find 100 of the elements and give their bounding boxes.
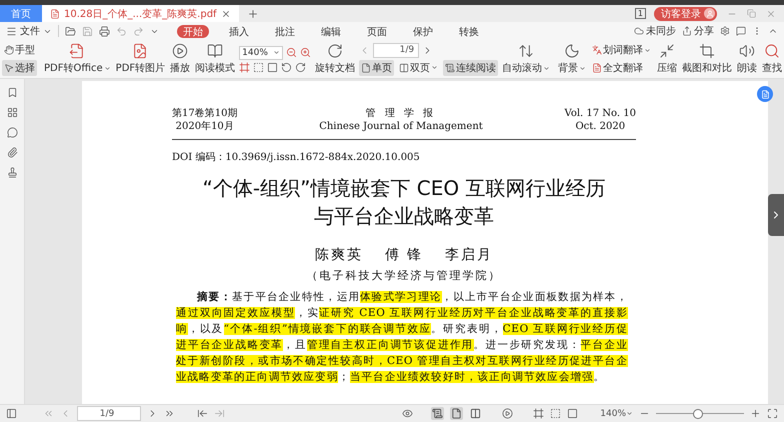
thumbnails-icon[interactable] [6,107,18,118]
ribbon-tab[interactable]: 批注 [269,24,301,38]
menu-icon [6,26,17,36]
crop-icon [699,43,716,59]
ribbon-button[interactable]: PDF转图片 [114,43,166,75]
cursor-tool[interactable]: 选择 [2,60,37,76]
page-layout-button[interactable]: 单页 [359,60,394,76]
zoom-select[interactable]: 140% [600,408,633,418]
sync-status[interactable]: 未同步 [634,24,676,38]
zoom-in-icon[interactable] [300,47,312,58]
journal-issue: 2020年10月 [176,120,234,133]
cursor-tool[interactable]: 手型 [2,42,37,58]
translate-button[interactable]: 全文翻译 [590,60,654,76]
window-count-badge[interactable]: 1 [634,8,646,19]
play-icon[interactable] [502,408,514,419]
view-mode-button[interactable] [450,407,464,420]
translate-button[interactable]: 划词翻译 [590,42,654,58]
book-icon [207,43,224,59]
settings-icon[interactable] [720,26,730,36]
auto-scroll-button[interactable]: 自动滚动 [501,43,552,75]
article-title: 与平台企业战略变革 [313,203,495,230]
journal-issue: 第17卷第10期 [172,107,238,120]
pointer-icon [4,63,14,73]
ribbon-tab[interactable]: 保护 [407,24,439,38]
login-button[interactable]: 访客登录 [654,6,717,20]
print-icon[interactable] [99,26,110,36]
two-page-icon [399,62,410,72]
ribbon-button[interactable]: 阅读模式 [194,43,236,75]
new-tab-icon[interactable] [246,8,259,20]
page-number-field[interactable]: 1/9 [373,42,420,58]
ribbon-tab[interactable]: 页面 [361,24,393,38]
view-mode-button[interactable] [431,407,444,420]
caret-icon [543,64,550,72]
ribbon-button[interactable]: 查找 [761,43,784,75]
tab[interactable]: 10.28日_个体_...变革_陈爽英.pdf [42,5,239,22]
author-name: 李启月 [445,246,494,264]
hand-icon [4,45,14,55]
last-page-icon[interactable] [164,408,175,419]
slider-thumb[interactable] [693,408,704,418]
zoom-select[interactable]: 140% [239,46,284,60]
play-icon [172,43,188,59]
document-icon [592,63,602,73]
comment-icon[interactable] [6,127,18,138]
page-icon [361,62,372,72]
article-title: “个体-组织”情境嵌套下 CEO 互联网行业经历 [202,175,606,202]
rotate-left-icon[interactable] [281,62,292,72]
author-name: 傅 锋 [384,246,424,264]
stamp-icon[interactable] [6,167,18,178]
file-menu[interactable]: 文件 [6,24,52,38]
search-icon [764,43,780,59]
actual-size-icon[interactable] [267,62,278,72]
sidebar-toggle-icon[interactable] [6,408,17,419]
fit-width-icon[interactable] [550,408,562,419]
zoom-out-icon[interactable] [286,47,298,58]
ribbon-button[interactable]: 播放 [169,43,192,75]
attachment-icon[interactable] [6,147,18,158]
page-icon [451,408,462,419]
ribbon-tab[interactable]: 编辑 [315,24,347,38]
folder-icon[interactable] [65,26,76,36]
up-down-arrow-icon [518,43,534,59]
page-number-field[interactable]: 1/9 [77,406,141,421]
ribbon-tab[interactable]: 插入 [223,24,255,38]
rotate-right-icon[interactable] [295,62,306,72]
fullscreen-icon[interactable] [767,408,778,419]
ribbon-button[interactable]: 朗读 [736,43,758,75]
rotate-document-button[interactable]: 旋转文档 [314,43,356,75]
ribbon-button[interactable]: PDF转Office [43,43,112,75]
back-icon[interactable] [197,408,208,419]
bookmark-icon[interactable] [6,87,18,98]
journal-name: 管 理 学 报 [366,107,436,120]
caret-icon [273,49,280,56]
ribbon-tab[interactable]: 转换 [453,24,485,38]
fit-page-icon[interactable] [533,408,544,419]
ribbon-button[interactable]: 截图和对比 [681,43,734,75]
ribbon-button[interactable]: 压缩 [656,43,678,75]
image-file-icon [132,43,148,59]
view-mode-button[interactable] [469,407,482,420]
background-button[interactable]: 背景 [557,43,588,75]
journal-volume: Vol. 17 No. 10 [564,107,636,120]
scroll-icon [445,62,456,72]
document-tool-button[interactable] [757,86,773,102]
fit-width-icon[interactable] [253,62,264,72]
cloud-icon [634,26,644,36]
file-icon [50,8,60,18]
page-layout-button[interactable]: 双页 [397,60,440,76]
journal-name: Chinese Journal of Management [319,120,483,133]
tab-label: 10.28日_个体_...变革_陈爽英.pdf [64,8,217,20]
share-button[interactable]: 分享 [682,24,714,38]
close-icon[interactable] [220,8,231,18]
author-name: 陈爽英 [314,246,363,264]
page-layout-button[interactable]: 连续阅读 [443,60,498,76]
ribbon-tab[interactable]: 开始 [177,24,209,38]
comment-icon[interactable] [736,26,746,36]
side-panel-toggle[interactable] [768,194,784,236]
translate-icon [592,45,602,55]
affiliation: （电子科技大学经济与管理学院） [306,268,502,283]
eye-icon[interactable] [402,408,414,419]
actual-size-icon[interactable] [567,408,578,419]
fit-page-icon[interactable] [239,62,250,72]
zoom-in-icon[interactable] [750,408,761,419]
